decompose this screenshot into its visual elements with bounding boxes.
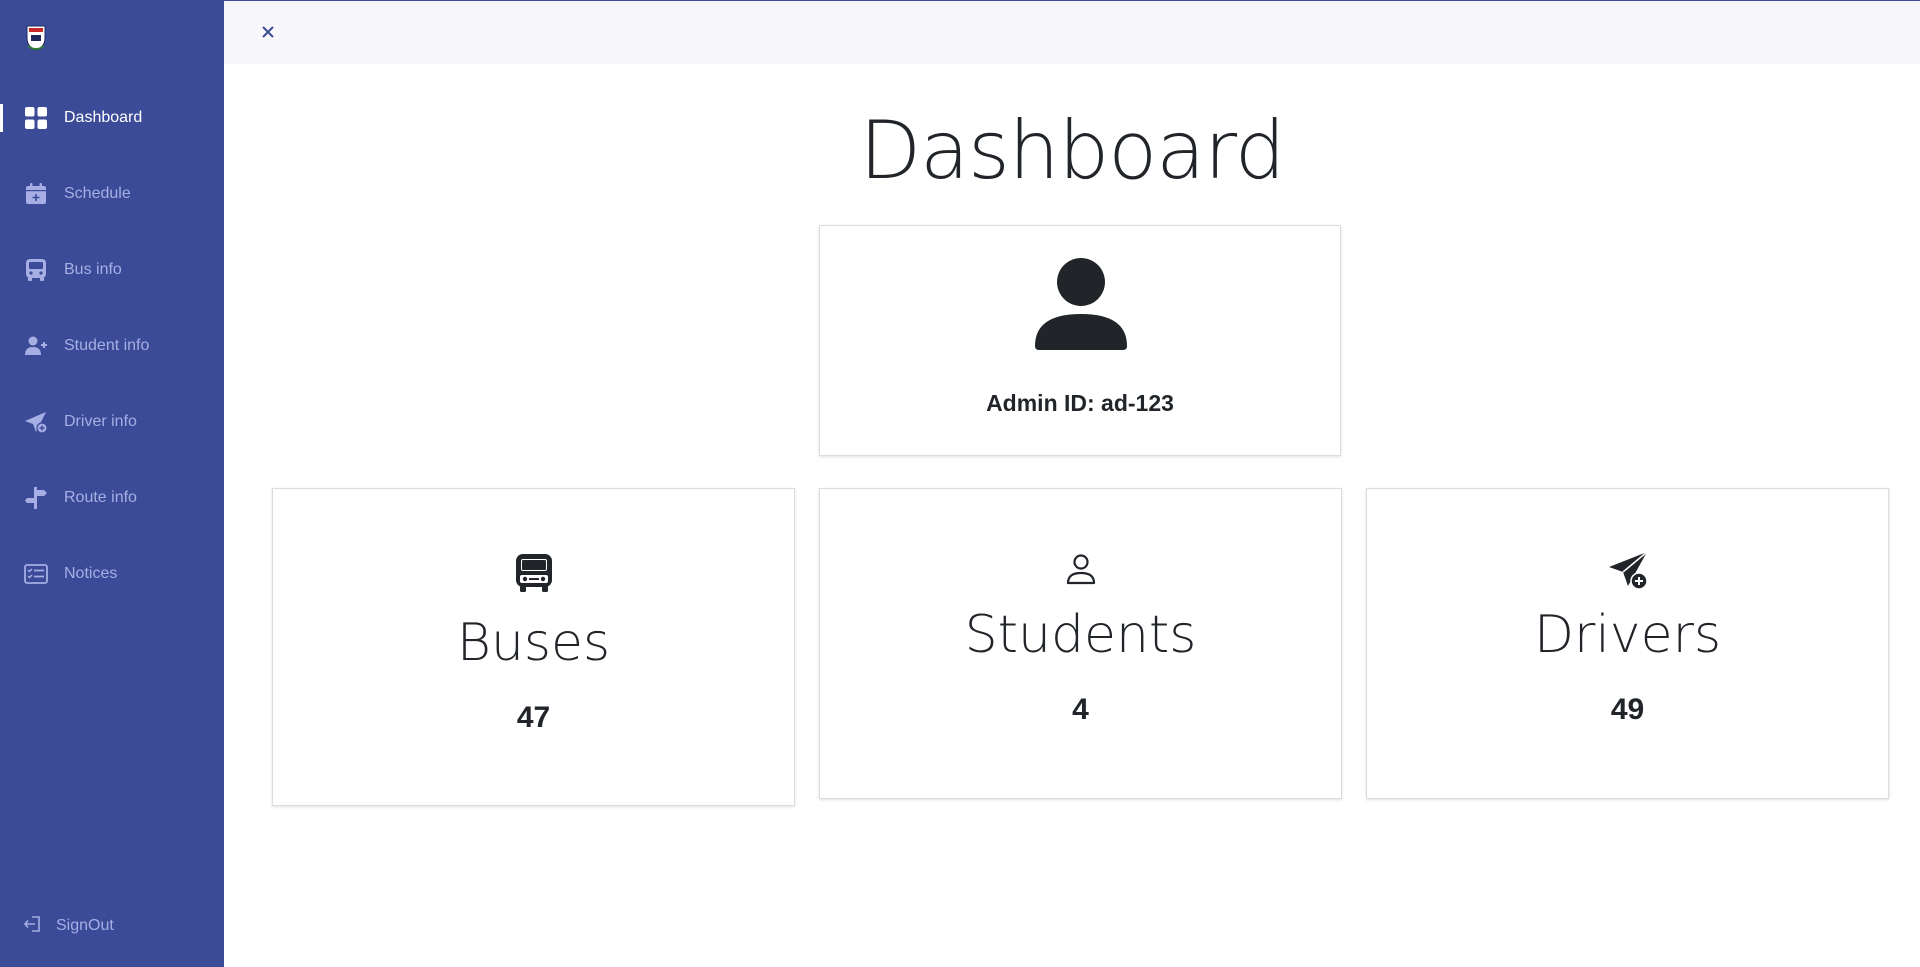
stat-count: 4 (1072, 693, 1089, 726)
stat-title: Buses (456, 613, 611, 673)
send-plus-icon (1607, 549, 1649, 596)
signout-button[interactable]: SignOut (23, 910, 114, 942)
page-title: Dashboard (859, 104, 1285, 197)
admin-id-label: Admin ID: ad-123 (986, 390, 1174, 416)
bus-icon (514, 553, 554, 598)
sidebar-item-notices[interactable]: Notices (0, 550, 224, 598)
stat-count: 49 (1610, 693, 1645, 726)
sidebar-item-bus-info[interactable]: Bus info (0, 246, 224, 294)
sign-out-icon (23, 915, 42, 938)
grid-icon (24, 106, 48, 130)
stat-card-buses[interactable]: Buses 47 (272, 488, 795, 806)
stat-card-students[interactable]: Students 4 (819, 488, 1342, 799)
calendar-plus-icon (24, 182, 48, 206)
person-icon (1034, 256, 1128, 350)
bus-icon (24, 258, 48, 282)
sidebar-item-label: Notices (64, 565, 118, 582)
checklist-icon (24, 562, 48, 586)
stat-title: Students (964, 605, 1197, 665)
close-icon[interactable] (257, 21, 279, 43)
topbar (224, 0, 1920, 64)
sidebar-item-schedule[interactable]: Schedule (0, 170, 224, 218)
send-plus-icon (24, 410, 48, 434)
university-crest-icon[interactable] (24, 24, 48, 52)
sidebar-item-label: Route info (64, 489, 137, 506)
sidebar-item-label: Schedule (64, 185, 131, 202)
stat-title: Drivers (1533, 605, 1722, 665)
sidebar-item-label: Student info (64, 337, 150, 354)
sidebar-item-label: Bus info (64, 261, 122, 278)
sidebar-item-route-info[interactable]: Route info (0, 474, 224, 522)
admin-card: Admin ID: ad-123 (819, 225, 1341, 456)
stat-count: 47 (516, 701, 551, 734)
person-icon (1065, 553, 1097, 590)
sidebar-item-dashboard[interactable]: Dashboard (0, 94, 224, 142)
person-add-icon (24, 334, 48, 358)
sidebar-item-student-info[interactable]: Student info (0, 322, 224, 370)
sidebar-item-label: Dashboard (64, 109, 143, 126)
app: Dashboard Schedule Bus info Student info… (0, 0, 1920, 967)
sidebar-item-label: Driver info (64, 413, 137, 430)
signpost-icon (24, 486, 48, 510)
sidebar-item-driver-info[interactable]: Driver info (0, 398, 224, 446)
signout-label: SignOut (56, 917, 114, 934)
sidebar: Dashboard Schedule Bus info Student info… (0, 0, 224, 967)
stat-card-drivers[interactable]: Drivers 49 (1366, 488, 1889, 799)
